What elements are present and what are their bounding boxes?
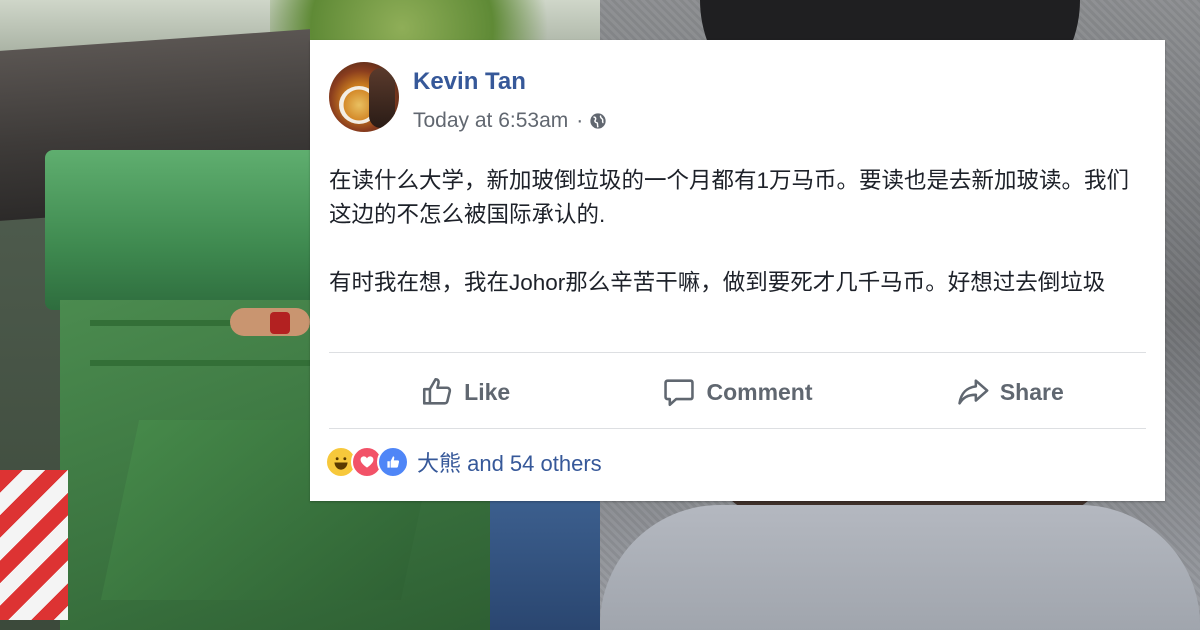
action-bar: Like Comment Share: [329, 358, 1146, 426]
comment-button[interactable]: Comment: [601, 358, 873, 426]
worker-jeans: [490, 500, 600, 630]
green-bin-back: [45, 150, 345, 310]
warning-stripes: [0, 470, 68, 620]
post-body: 在读什么大学，新加玻倒垃圾的一个月都有1万马币。要读也是去新加玻读。我们这边的不…: [329, 164, 1139, 300]
like-icon: [377, 446, 409, 478]
like-button[interactable]: Like: [329, 358, 601, 426]
divider: [329, 352, 1146, 353]
post-paragraph: 有时我在想，我在Johor那么辛苦干嘛，做到要死才几千马币。好想过去倒垃圾: [329, 270, 1106, 295]
person-shirt: [600, 505, 1200, 630]
wrist-watch: [270, 312, 290, 334]
post-timestamp[interactable]: Today at 6:53am: [413, 109, 568, 133]
author-name[interactable]: Kevin Tan: [413, 68, 526, 96]
reactions-row[interactable]: 大熊 and 54 others: [325, 444, 602, 480]
share-label: Share: [999, 378, 1064, 405]
post-paragraph: 在读什么大学，新加玻倒垃圾的一个月都有1万马币。要读也是去新加玻读。我们这边的不…: [329, 168, 1130, 227]
like-label: Like: [464, 378, 511, 405]
share-button[interactable]: Share: [874, 358, 1146, 426]
post-meta: Today at 6:53am ·: [413, 108, 607, 134]
meta-separator: ·: [576, 109, 584, 132]
thumbs-up-icon: [423, 377, 452, 405]
comment-icon: [664, 379, 695, 407]
share-icon: [958, 379, 989, 405]
comment-label: Comment: [706, 378, 813, 405]
avatar-person: [369, 68, 395, 128]
divider: [329, 428, 1146, 429]
reaction-summary[interactable]: 大熊 and 54 others: [417, 446, 602, 478]
author-avatar[interactable]: [329, 62, 399, 132]
facebook-post-card: Kevin Tan Today at 6:53am · 在读什么大学，新加玻倒垃…: [310, 40, 1165, 501]
globe-icon[interactable]: [589, 112, 607, 130]
